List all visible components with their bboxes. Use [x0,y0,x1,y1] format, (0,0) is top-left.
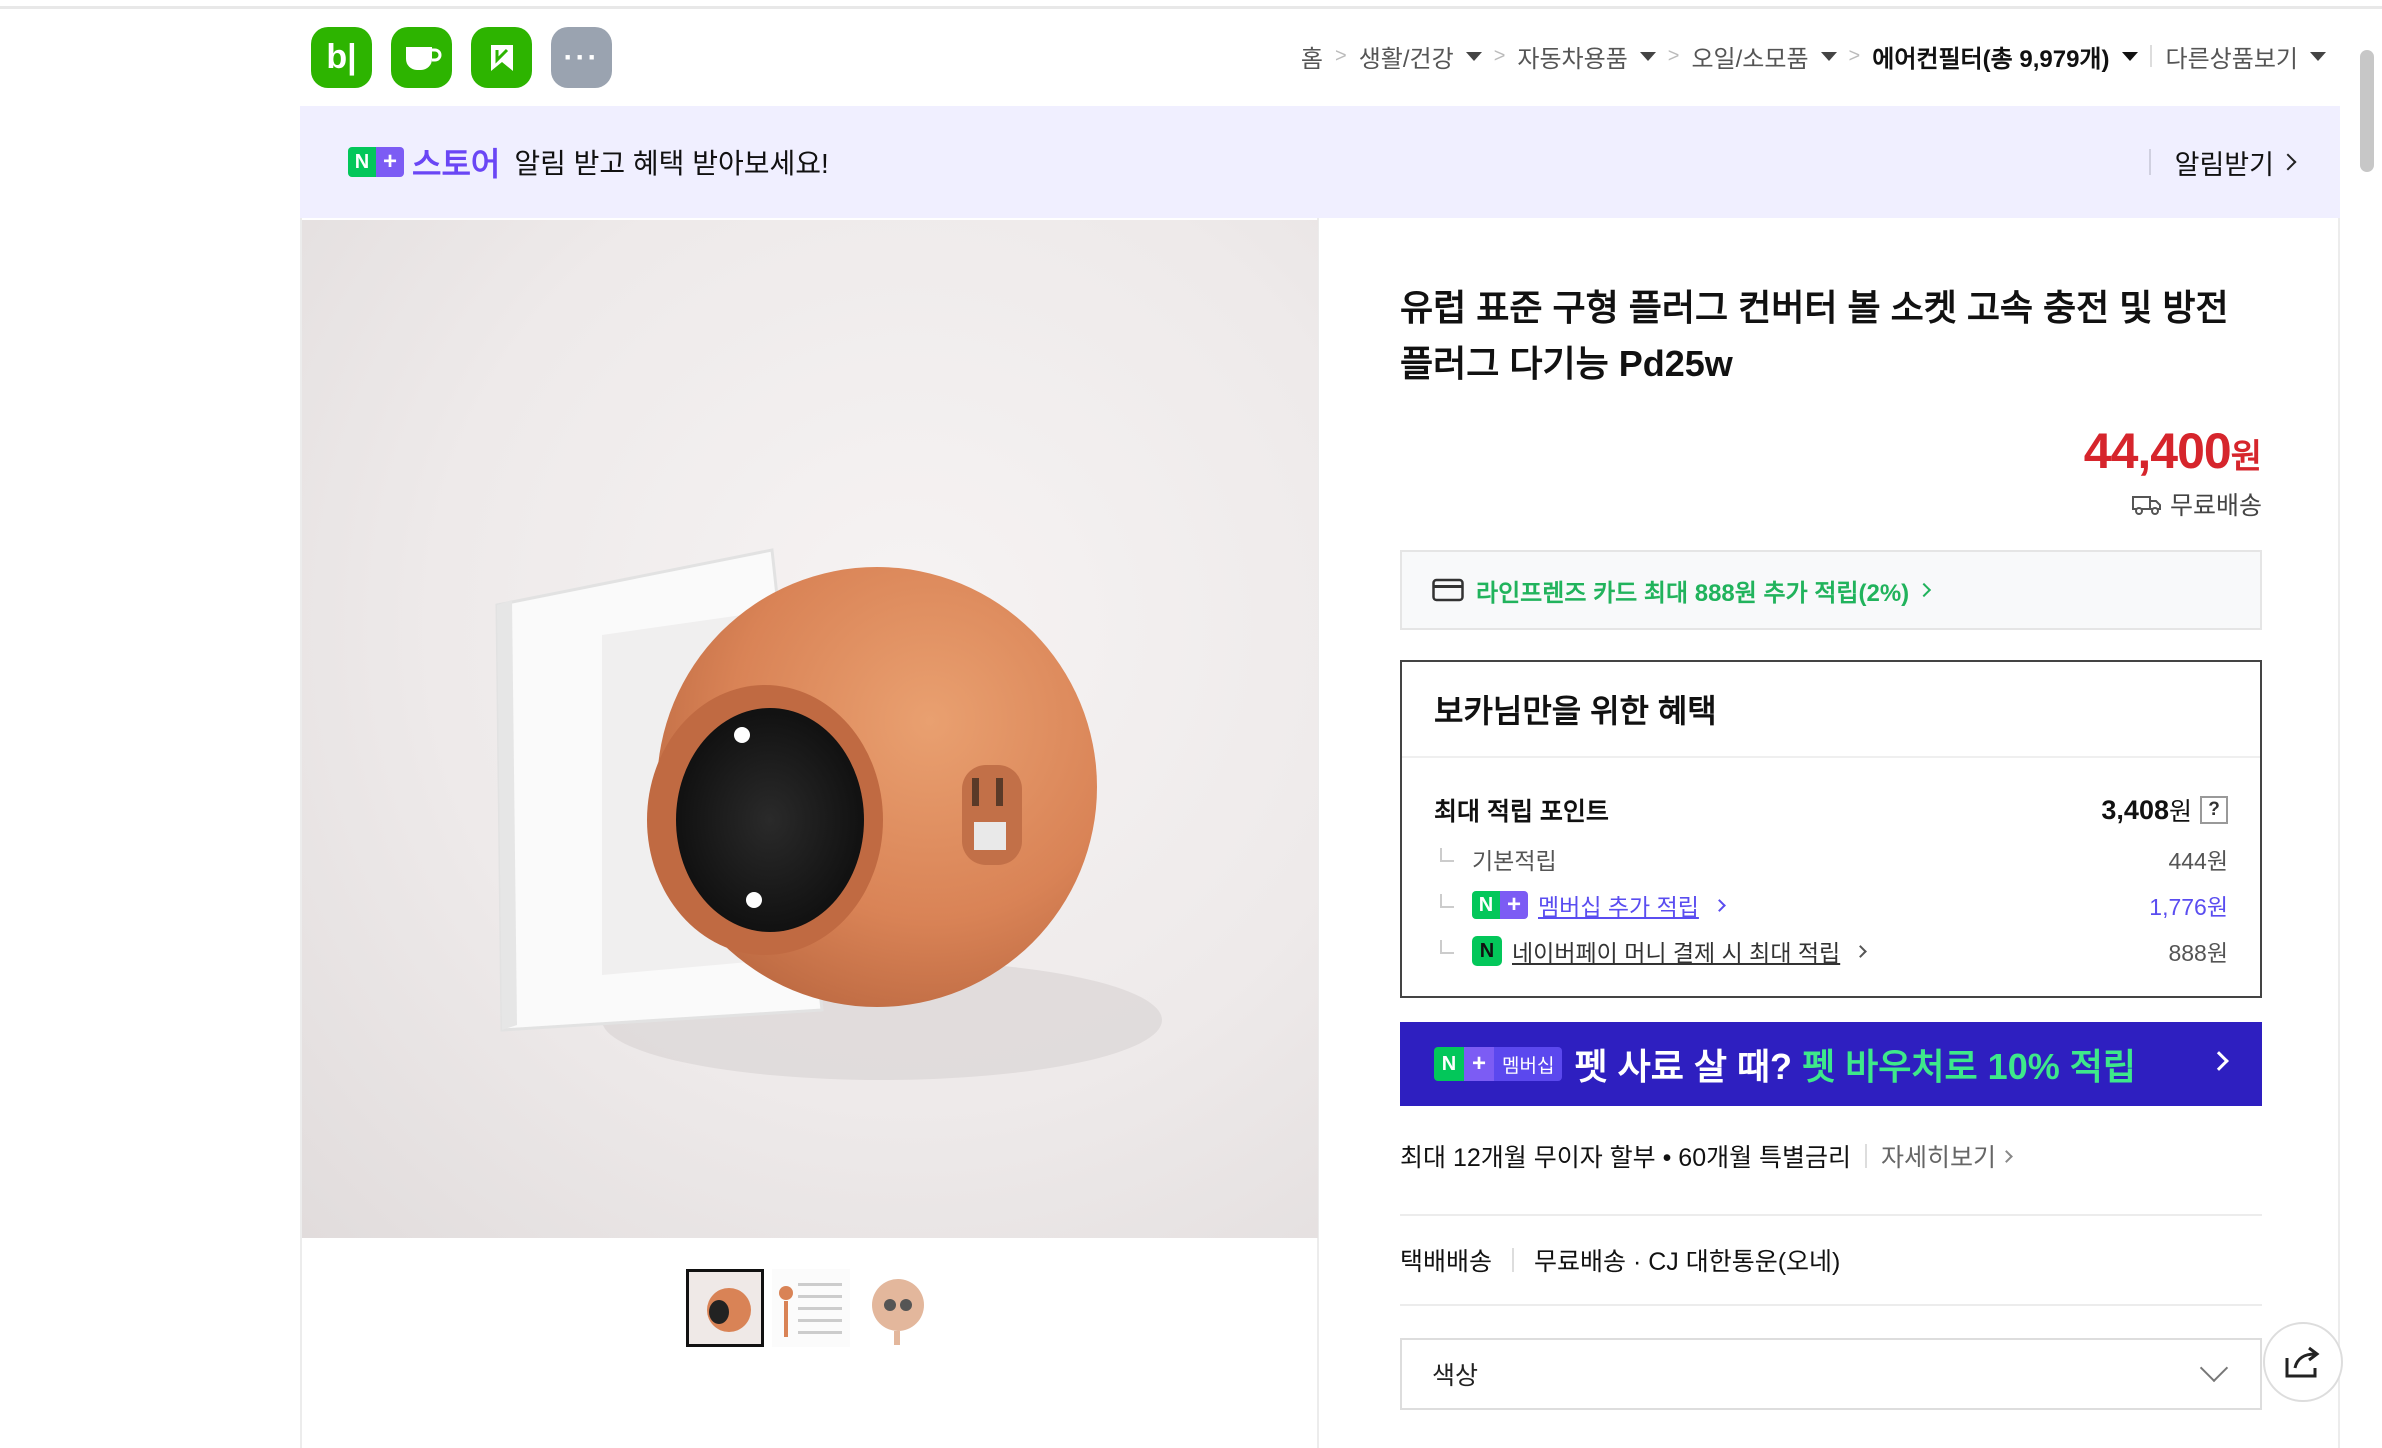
price: 44,400원 [1400,422,2262,480]
other-products-button[interactable]: 다른상품보기 [2166,39,2326,74]
breadcrumb-category-1[interactable]: 생활/건강 [1359,39,1482,74]
store-logo-text: 스토어 [412,146,501,182]
truck-icon [2131,496,2161,515]
blog-icon[interactable]: b| [311,27,372,88]
installment-detail-link[interactable]: 자세히보기 [1881,1138,1996,1174]
chevron-down-icon [1639,51,1656,61]
thumbnail-list [686,1269,936,1347]
price-currency: 원 [2230,438,2262,476]
thumbnail-1[interactable] [686,1269,764,1347]
pet-voucher-promo-banner[interactable]: N + 멤버십 펫 사료 살 때? 펫 바우처로 10% 적립 [1400,1022,2262,1106]
color-option-select[interactable]: 색상 [1400,1338,2262,1410]
chevron-down-icon [2121,51,2138,61]
chevron-down-icon [2199,1353,2229,1383]
store-notification-banner: N + 스토어 알림 받고 혜택 받아보세요! 알림받기 [300,106,2340,218]
installment-info: 최대 12개월 무이자 할부 • 60개월 특별금리 자세히보기 [1400,1136,2262,1216]
subscribe-alarm-button[interactable]: 알림받기 [2148,106,2297,218]
max-points-row: 최대 적립 포인트 3,408 원 ? [1434,784,2228,836]
naverpay-points-link[interactable]: 네이버페이 머니 결제 시 최대 적립 [1512,934,1840,968]
card-offer-banner[interactable]: 라인프렌즈 카드 최대 888원 추가 적립(2%) [1400,550,2262,630]
membership-badge: N + 멤버십 [1434,1047,1563,1081]
chevron-right-icon [2279,153,2297,171]
credit-card-icon [1432,578,1464,602]
member-benefit-box: 보카님만을 위한 혜택 최대 적립 포인트 3,408 원 ? 기본적립 444원… [1400,660,2262,998]
breadcrumb-category-2[interactable]: 자동차용품 [1517,39,1656,74]
chevron-right-icon [2000,1149,2013,1163]
chevron-down-icon [1820,51,1837,61]
scrollbar[interactable] [2360,50,2374,172]
product-gallery [300,218,1319,1448]
share-icon [2285,1346,2320,1378]
membership-points-link[interactable]: 멤버십 추가 적립 [1538,888,1699,922]
breadcrumb-category-4[interactable]: 에어컨필터(총 9,979개) [1872,39,2138,74]
membership-points-row: N + 멤버십 추가 적립 1,776원 [1434,882,2228,928]
benefit-heading: 보카님만을 위한 혜택 [1402,662,2260,758]
kin-icon[interactable] [471,27,532,88]
chevron-right-icon [2209,1051,2229,1071]
thumbnail-3[interactable] [858,1269,936,1347]
cafe-icon[interactable] [391,27,452,88]
naverpay-points-row: N 네이버페이 머니 결제 시 최대 적립 888원 [1434,928,2228,974]
chevron-right-icon [1917,582,1932,598]
naver-plus-badge: N + [1472,891,1528,919]
breadcrumb: 홈 > 생활/건강 > 자동차용품 > 오일/소모품 > 에어컨필터(총 9,9… [1301,36,2326,76]
shipping-info: 무료배송 [1400,486,2262,522]
naver-plus-badge: N + [348,147,404,177]
chevron-down-icon [1465,51,1482,61]
banner-message: 알림 받고 혜택 받아보세요! [514,148,829,179]
breadcrumb-separator: > [1335,44,1347,67]
breadcrumb-home[interactable]: 홈 [1301,39,1323,74]
share-button[interactable] [2263,1322,2343,1402]
service-shortcuts: b| ··· [311,27,612,88]
chevron-right-icon [1854,944,1868,958]
thumbnail-2[interactable] [772,1269,850,1347]
chevron-down-icon [2310,51,2326,61]
basic-points-row: 기본적립 444원 [1434,836,2228,882]
browser-top-edge [0,0,2382,9]
main-product-image[interactable] [302,220,1318,1238]
price-value: 44,400 [2083,423,2232,479]
delivery-info: 택배배송 무료배송 · CJ 대한통운(오네) [1400,1216,2262,1306]
product-title: 유럽 표준 구형 플러그 컨버터 볼 소켓 고속 충전 및 방전 플러그 다기능… [1400,287,2229,384]
chevron-right-icon [1713,898,1726,912]
product-info: 유럽 표준 구형 플러그 컨버터 볼 소켓 고속 충전 및 방전 플러그 다기능… [1400,218,2262,1410]
help-icon[interactable]: ? [2200,796,2228,824]
naver-pay-icon: N [1472,936,1502,966]
more-services-icon[interactable]: ··· [551,27,612,88]
breadcrumb-category-3[interactable]: 오일/소모품 [1691,39,1837,74]
